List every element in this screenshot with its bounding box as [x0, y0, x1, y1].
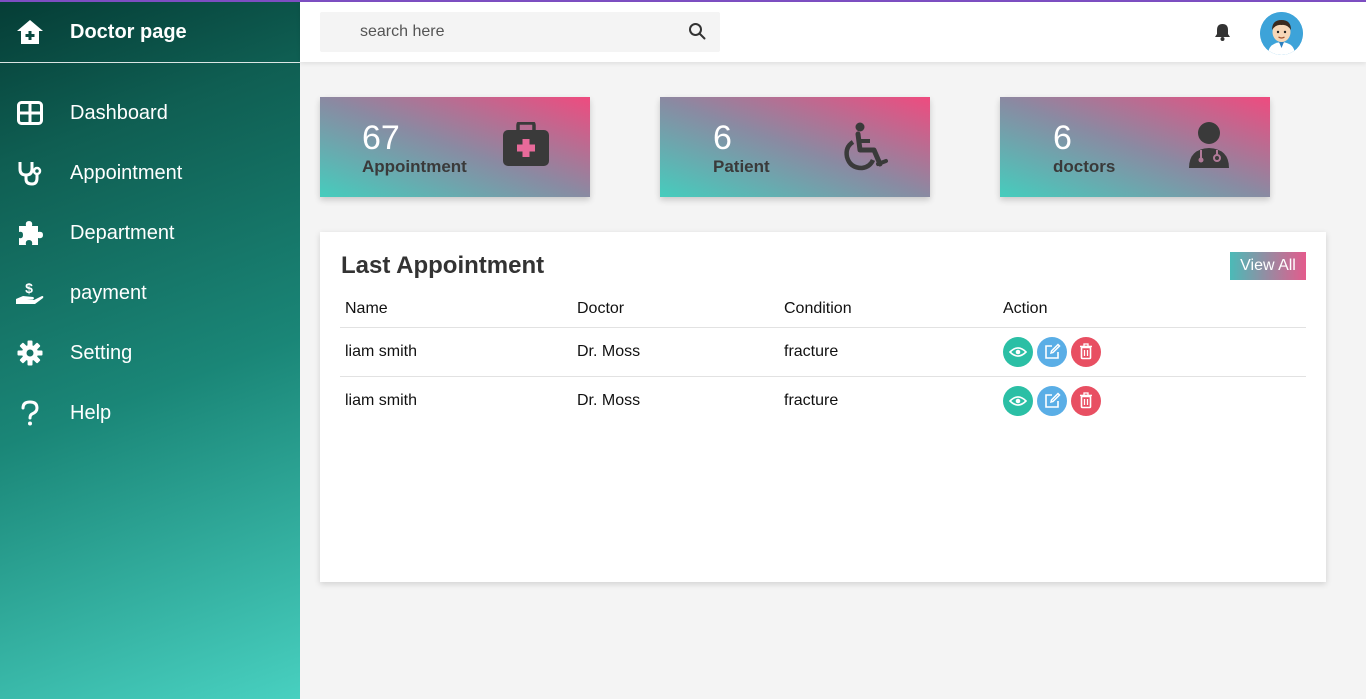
eye-icon [1009, 346, 1027, 357]
stat-label: doctors [1053, 157, 1116, 176]
column-header: Name [340, 292, 572, 328]
sidebar-item-label: payment [70, 281, 147, 304]
last-appointment-panel: Last Appointment View All Name Doctor Co… [320, 232, 1326, 582]
table-header-row: Name Doctor Condition Action [340, 292, 1306, 328]
brand-title: Doctor page [70, 20, 187, 43]
edit-icon [1044, 343, 1061, 359]
cell-actions [998, 376, 1306, 425]
trash-icon [1080, 343, 1092, 360]
doctor-icon [1188, 122, 1230, 175]
delete-button[interactable] [1071, 385, 1101, 416]
table-row: liam smith Dr. Moss fracture [340, 376, 1306, 425]
column-header: Condition [779, 292, 998, 328]
cell-condition: fracture [779, 327, 998, 377]
sidebar-item-label: Appointment [70, 161, 183, 184]
sidebar-item-label: Department [70, 221, 175, 244]
wheelchair-icon [842, 122, 890, 177]
cell-name: liam smith [345, 391, 418, 409]
grid-icon [0, 101, 60, 125]
table-row: liam smith Dr. Moss fracture [340, 327, 1306, 377]
stat-card-appointment[interactable]: 67 Appointment [320, 97, 590, 197]
avatar[interactable] [1260, 12, 1303, 55]
brand[interactable]: Doctor page [0, 2, 300, 63]
edit-button[interactable] [1037, 385, 1067, 416]
trash-icon [1080, 392, 1092, 409]
stat-value: 6 [713, 119, 732, 157]
edit-icon [1044, 392, 1061, 409]
gear-icon [0, 340, 60, 366]
sidebar: Doctor page Dashboard Appointment Depart… [0, 2, 300, 699]
panel-title: Last Appointment [341, 252, 545, 279]
cell-actions [998, 327, 1306, 377]
sidebar-item-department[interactable]: Department [0, 203, 300, 263]
view-button[interactable] [1003, 385, 1033, 416]
delete-button[interactable] [1071, 336, 1101, 367]
cell-name: liam smith [340, 327, 572, 377]
hand-dollar-icon: $ [0, 280, 60, 306]
edit-button[interactable] [1037, 336, 1067, 367]
stat-card-patient[interactable]: 6 Patient [660, 97, 930, 197]
puzzle-icon [0, 220, 60, 246]
view-all-button[interactable]: View All [1230, 252, 1306, 280]
column-header: Doctor [572, 292, 779, 328]
view-button[interactable] [1003, 336, 1033, 367]
stat-card-doctors[interactable]: 6 doctors [1000, 97, 1270, 197]
sidebar-item-appointment[interactable]: Appointment [0, 143, 300, 203]
sidebar-item-dashboard[interactable]: Dashboard [0, 83, 300, 143]
stethoscope-icon [0, 160, 60, 186]
stat-value: 67 [362, 119, 400, 157]
sidebar-item-label: Help [70, 401, 112, 424]
search-icon[interactable] [688, 22, 706, 45]
eye-icon [1009, 395, 1027, 406]
sidebar-item-label: Setting [70, 341, 133, 364]
home-plus-icon [0, 19, 60, 45]
sidebar-item-setting[interactable]: Setting [0, 323, 300, 383]
sidebar-item-payment[interactable]: $ payment [0, 263, 300, 323]
stat-label: Appointment [362, 157, 467, 176]
appointments-table: Name Doctor Condition Action liam smith … [340, 292, 1306, 425]
stat-value: 6 [1053, 119, 1072, 157]
sidebar-item-label: Dashboard [70, 101, 168, 124]
search-input[interactable] [320, 12, 720, 52]
bell-icon[interactable] [1214, 23, 1231, 46]
cell-doctor: Dr. Moss [572, 327, 779, 377]
column-header: Action [998, 292, 1306, 328]
stat-label: Patient [713, 157, 770, 176]
cell-doctor: Dr. Moss [577, 391, 641, 409]
question-icon [0, 400, 60, 426]
svg-text:$: $ [25, 280, 33, 296]
topbar [300, 2, 1366, 62]
sidebar-nav: Dashboard Appointment Department $ payme… [0, 83, 300, 443]
sidebar-item-help[interactable]: Help [0, 383, 300, 443]
medical-kit-icon [502, 121, 550, 173]
search-bar [320, 12, 720, 52]
cell-condition: fracture [784, 391, 839, 409]
